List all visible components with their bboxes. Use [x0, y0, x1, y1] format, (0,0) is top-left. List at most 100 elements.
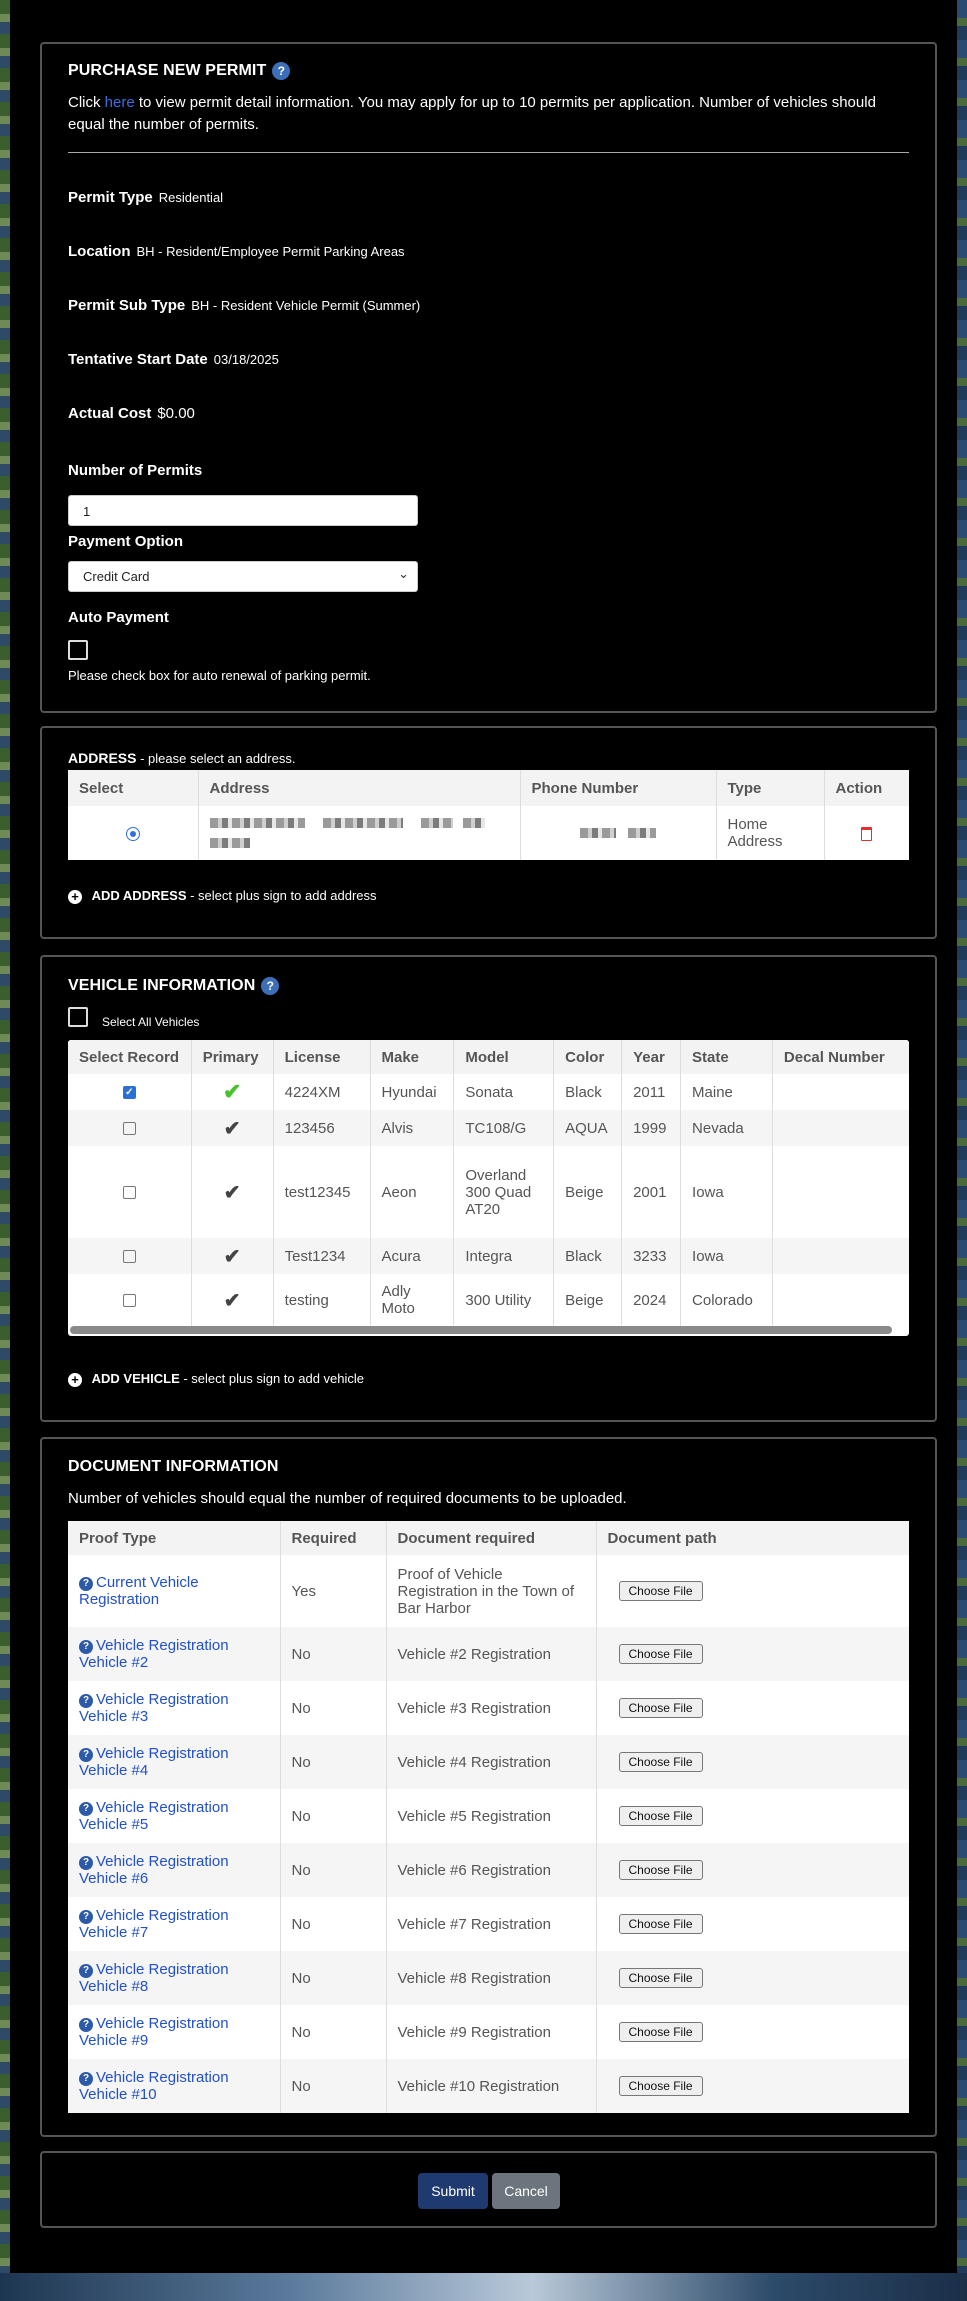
help-icon[interactable]: ? — [79, 1577, 93, 1591]
payment-option-label: Payment Option — [68, 533, 184, 550]
proof-type-link[interactable]: Vehicle Registration Vehicle #2 — [79, 1637, 229, 1671]
select-all-vehicles-checkbox[interactable] — [68, 1007, 88, 1027]
vehicle-make-cell: Adly Moto — [370, 1274, 455, 1326]
document-path-cell: Choose File — [596, 1951, 909, 2005]
table-row: ? Vehicle Registration Vehicle #4 No Vehicl… — [68, 1735, 909, 1789]
payment-option-select[interactable]: Credit Card ⌄ — [68, 561, 418, 592]
horizontal-scrollbar[interactable] — [70, 1326, 892, 1334]
choose-file-button[interactable]: Choose File — [618, 1914, 703, 1934]
vehicle-year-cell: 2001 — [621, 1146, 682, 1238]
vehicle-license-cell: testing — [273, 1274, 371, 1326]
choose-file-button[interactable]: Choose File — [618, 1968, 703, 1988]
document-required-cell: Vehicle #10 Registration — [386, 2059, 597, 2113]
choose-file-button[interactable]: Choose File — [618, 1581, 703, 1601]
checkmark-icon[interactable]: ✔ — [224, 1118, 241, 1140]
trash-icon[interactable] — [861, 826, 873, 841]
vehicle-header-cell: State — [680, 1040, 773, 1074]
choose-file-button[interactable]: Choose File — [618, 2076, 703, 2096]
proof-type-link[interactable]: Vehicle Registration Vehicle #7 — [79, 1907, 229, 1941]
permit-field-row: Location BH - Resident/Employee Permit Pa… — [68, 243, 909, 261]
vehicle-checkbox[interactable] — [122, 1294, 136, 1308]
help-icon[interactable]: ? — [261, 977, 280, 995]
document-panel: DOCUMENT INFORMATION Number of vehicles … — [40, 1437, 937, 2137]
help-icon[interactable]: ? — [272, 62, 291, 80]
document-required-cell: Vehicle #6 Registration — [386, 1843, 597, 1897]
help-icon[interactable]: ? — [79, 1964, 93, 1978]
actions-panel: Submit Cancel — [40, 2151, 937, 2228]
help-icon[interactable]: ? — [79, 1640, 93, 1654]
proof-type-cell: ? Vehicle Registration Vehicle #9 — [68, 2005, 281, 2059]
permit-field-label: Permit Sub Type — [68, 297, 186, 314]
auto-payment-label: Auto Payment — [68, 609, 169, 626]
vehicle-checkbox[interactable] — [122, 1250, 136, 1264]
permit-field-value: 03/18/2025 — [213, 352, 279, 367]
proof-type-link[interactable]: Vehicle Registration Vehicle #6 — [79, 1853, 229, 1887]
vehicle-checkbox[interactable]: ✓ — [122, 1086, 136, 1100]
vehicle-checkbox[interactable] — [122, 1122, 136, 1136]
checkmark-icon[interactable]: ✔ — [224, 1290, 241, 1312]
document-path-cell: Choose File — [596, 1843, 909, 1897]
auto-payment-checkbox[interactable] — [68, 640, 88, 660]
vehicle-checkbox[interactable] — [122, 1186, 136, 1200]
vehicle-header-cell: Select Record — [68, 1040, 192, 1074]
document-note: Number of vehicles should equal the numb… — [68, 1490, 627, 1507]
submit-button[interactable]: Submit — [418, 2173, 488, 2209]
help-icon[interactable]: ? — [79, 1856, 93, 1870]
help-icon[interactable]: ? — [79, 2072, 93, 2086]
choose-file-button[interactable]: Choose File — [618, 1752, 703, 1772]
address-select-cell — [68, 806, 199, 860]
checkmark-icon[interactable]: ✔ — [223, 1079, 241, 1104]
proof-type-link[interactable]: Vehicle Registration Vehicle #9 — [79, 2015, 229, 2049]
document-required-cell: Vehicle #5 Registration — [386, 1789, 597, 1843]
help-icon[interactable]: ? — [79, 1910, 93, 1924]
vehicle-decal-cell — [772, 1238, 909, 1274]
vehicle-primary-cell: ✔ — [191, 1274, 274, 1326]
plus-circle-icon[interactable]: + — [68, 890, 82, 904]
table-row: ✓✔4224XMHyundaiSonataBlack2011Mainei — [68, 1074, 909, 1110]
vehicle-header-cell: Color — [553, 1040, 623, 1074]
choose-file-button[interactable]: Choose File — [618, 1698, 703, 1718]
permit-field-row: Permit Type Residential — [68, 189, 909, 207]
cancel-button[interactable]: Cancel — [492, 2173, 560, 2209]
proof-type-link[interactable]: Vehicle Registration Vehicle #8 — [79, 1961, 229, 1995]
vehicle-header-cell: Make — [370, 1040, 455, 1074]
proof-type-link[interactable]: Vehicle Registration Vehicle #10 — [79, 2069, 229, 2103]
checkmark-icon[interactable]: ✔ — [224, 1182, 241, 1204]
proof-type-link[interactable]: Current Vehicle Registration — [79, 1574, 199, 1608]
address-header-cell: Address — [198, 770, 521, 806]
document-header-cell: Document required — [386, 1521, 597, 1555]
choose-file-button[interactable]: Choose File — [618, 2022, 703, 2042]
proof-type-link[interactable]: Vehicle Registration Vehicle #4 — [79, 1745, 229, 1779]
vehicle-header-cell: Year — [621, 1040, 682, 1074]
required-cell: No — [280, 1735, 387, 1789]
help-icon[interactable]: ? — [79, 1802, 93, 1816]
required-cell: Yes — [280, 1555, 387, 1627]
vehicle-model-cell: Integra — [453, 1238, 555, 1274]
proof-type-link[interactable]: Vehicle Registration Vehicle #5 — [79, 1799, 229, 1833]
permit-detail-link[interactable]: here — [105, 94, 135, 111]
help-icon[interactable]: ? — [79, 2018, 93, 2032]
plus-circle-icon[interactable]: + — [68, 1373, 82, 1387]
proof-type-link[interactable]: Vehicle Registration Vehicle #3 — [79, 1691, 229, 1725]
help-icon[interactable]: ? — [79, 1748, 93, 1762]
choose-file-button[interactable]: Choose File — [618, 1644, 703, 1664]
table-row: Home Address — [68, 806, 909, 860]
document-path-cell: Choose File — [596, 1555, 909, 1627]
permit-field-value: $0.00 — [157, 405, 195, 422]
num-permits-input[interactable]: 1 — [68, 495, 418, 526]
help-icon[interactable]: ? — [79, 1694, 93, 1708]
table-row: ? Vehicle Registration Vehicle #5 No Vehicl… — [68, 1789, 909, 1843]
address-type-cell: Home Address — [716, 806, 825, 860]
checkmark-icon[interactable]: ✔ — [224, 1246, 241, 1268]
table-row: ? Vehicle Registration Vehicle #10 No Vehic… — [68, 2059, 909, 2113]
required-cell: No — [280, 2059, 387, 2113]
choose-file-button[interactable]: Choose File — [618, 1860, 703, 1880]
address-action-cell — [824, 806, 909, 860]
background-bottom-strip — [0, 2273, 967, 2301]
document-header-cell: Required — [280, 1521, 387, 1555]
vehicle-state-cell: Iowa — [680, 1238, 773, 1274]
address-radio[interactable] — [125, 826, 140, 841]
choose-file-button[interactable]: Choose File — [618, 1806, 703, 1826]
purchase-permit-title: PURCHASE NEW PERMIT? — [68, 62, 909, 80]
vehicle-color-cell: Black — [553, 1238, 623, 1274]
